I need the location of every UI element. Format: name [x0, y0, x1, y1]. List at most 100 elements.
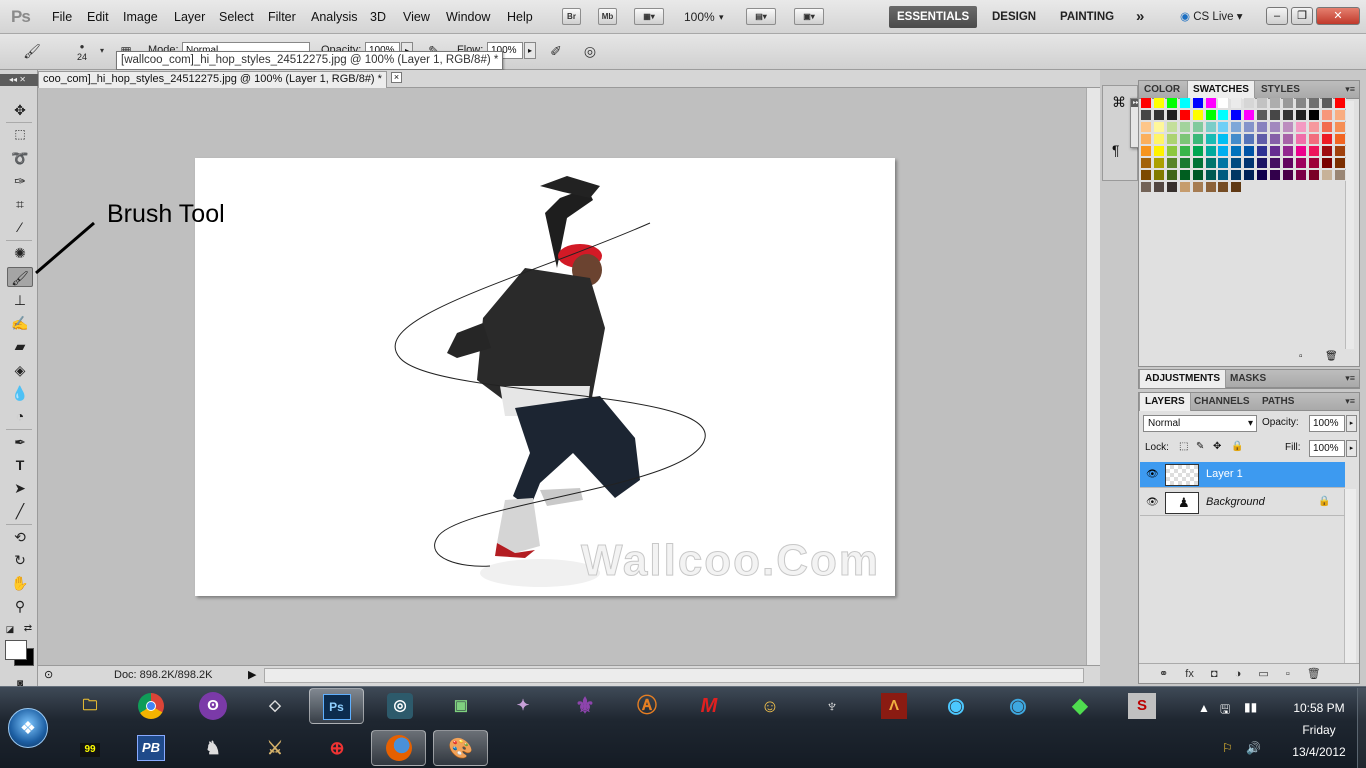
- line-tool-icon[interactable]: ╱: [7, 501, 33, 521]
- visibility-eye-icon[interactable]: 👁: [1146, 497, 1159, 508]
- workspace-design[interactable]: DESIGN: [984, 6, 1044, 28]
- color-swatch[interactable]: [1192, 170, 1204, 181]
- delete-swatch-icon[interactable]: 🗑: [1325, 351, 1338, 362]
- color-swatch[interactable]: [1270, 98, 1281, 109]
- color-swatch[interactable]: [1141, 146, 1152, 157]
- color-swatch[interactable]: [1282, 122, 1294, 133]
- tray-device-icon[interactable]: 🖫: [1220, 700, 1230, 721]
- delete-layer-icon[interactable]: 🗑: [1307, 668, 1321, 680]
- color-swatch[interactable]: [1334, 158, 1346, 169]
- color-swatch[interactable]: [1205, 146, 1217, 157]
- color-swatch[interactable]: [1231, 170, 1243, 181]
- color-swatch[interactable]: [1153, 134, 1165, 145]
- color-swatch[interactable]: [1166, 146, 1178, 157]
- paragraph-panel-icon[interactable]: ¶: [1112, 142, 1120, 158]
- color-swatch[interactable]: [1308, 110, 1320, 121]
- tray-volume-icon[interactable]: 🔊: [1246, 741, 1261, 755]
- system-clock[interactable]: 10:58 PM Friday 13/4/2012: [1279, 697, 1359, 763]
- adjustment-layer-icon[interactable]: ◑: [1235, 668, 1242, 680]
- color-swatch[interactable]: [1244, 98, 1256, 109]
- color-swatch[interactable]: [1334, 146, 1346, 157]
- marquee-tool-icon[interactable]: ⬚: [7, 124, 33, 144]
- saints-row-icon[interactable]: ✦: [503, 688, 543, 724]
- color-swatch[interactable]: [1334, 98, 1346, 109]
- minimize-button[interactable]: –: [1266, 7, 1288, 25]
- color-swatch[interactable]: [1141, 158, 1152, 169]
- color-swatch[interactable]: [1295, 110, 1307, 121]
- fill-input[interactable]: 100%: [1309, 440, 1345, 457]
- color-swatch[interactable]: [1179, 158, 1191, 169]
- color-swatch[interactable]: [1231, 182, 1243, 193]
- desktop-monitor-icon[interactable]: ▣: [441, 688, 481, 724]
- color-swatch[interactable]: [1205, 134, 1217, 145]
- color-swatch[interactable]: [1244, 158, 1256, 169]
- color-swatch[interactable]: [1192, 134, 1204, 145]
- color-swatch[interactable]: [1334, 134, 1346, 145]
- menu-help[interactable]: Help: [507, 10, 533, 24]
- color-swatch[interactable]: [1257, 98, 1269, 109]
- flow-slider-arrow-icon[interactable]: ▸: [524, 42, 536, 59]
- tab-channels[interactable]: CHANNELS: [1189, 393, 1255, 411]
- show-desktop-button[interactable]: [1357, 688, 1366, 768]
- color-swatch[interactable]: [1153, 122, 1165, 133]
- color-swatch[interactable]: [1141, 122, 1152, 133]
- tab-styles[interactable]: STYLES: [1256, 81, 1305, 99]
- color-swatch[interactable]: [1166, 158, 1178, 169]
- menu-select[interactable]: Select: [219, 10, 254, 24]
- color-swatch[interactable]: [1192, 158, 1204, 169]
- workspace-essentials[interactable]: ESSENTIALS: [889, 6, 978, 28]
- layer-row-background[interactable]: 👁 ♟ Background 🔒: [1140, 490, 1345, 516]
- lasso-tool-icon[interactable]: ➰: [7, 148, 33, 168]
- zoom-tool-icon[interactable]: ⚲: [7, 596, 33, 616]
- color-swatch[interactable]: [1334, 122, 1346, 133]
- color-swatch[interactable]: [1218, 170, 1230, 181]
- color-swatch[interactable]: [1231, 122, 1243, 133]
- new-swatch-icon[interactable]: ▫: [1299, 351, 1303, 362]
- color-swatch[interactable]: [1166, 98, 1178, 109]
- color-swatch[interactable]: [1179, 146, 1191, 157]
- tablet-pressure-size-icon[interactable]: ◎: [580, 42, 600, 60]
- add-mask-icon[interactable]: ◘: [1211, 668, 1218, 680]
- lock-image-icon[interactable]: ✎: [1196, 441, 1204, 452]
- paint-taskbar-button[interactable]: 🎨: [433, 730, 488, 766]
- color-swatch[interactable]: [1321, 134, 1333, 145]
- mount-blade-icon[interactable]: ⚔: [255, 730, 295, 766]
- menu-layer[interactable]: Layer: [174, 10, 205, 24]
- color-swatch[interactable]: [1257, 110, 1269, 121]
- color-swatch[interactable]: [1205, 122, 1217, 133]
- color-swatch[interactable]: [1231, 98, 1243, 109]
- bridge-button[interactable]: Br: [562, 8, 581, 25]
- color-swatch[interactable]: [1179, 122, 1191, 133]
- tools-panel-header[interactable]: ◂◂ ✕: [0, 74, 38, 86]
- color-swatch[interactable]: [1192, 146, 1204, 157]
- color-swatch[interactable]: [1141, 98, 1152, 109]
- color-swatch[interactable]: [1231, 134, 1243, 145]
- color-swatch[interactable]: [1153, 98, 1165, 109]
- color-swatch[interactable]: [1295, 170, 1307, 181]
- color-swatch[interactable]: [1166, 122, 1178, 133]
- color-swatch[interactable]: [1205, 170, 1217, 181]
- cs-live-button[interactable]: ◉ CS Live ▾: [1172, 6, 1251, 28]
- sims-globe-2-icon[interactable]: ◉: [998, 688, 1038, 724]
- workspace-painting[interactable]: PAINTING: [1052, 6, 1122, 28]
- color-swatch[interactable]: [1308, 98, 1320, 109]
- fallout-vault-boy-icon[interactable]: ☺: [750, 688, 790, 724]
- color-swatch[interactable]: [1192, 98, 1204, 109]
- show-hidden-icons[interactable]: ▲: [1198, 701, 1210, 715]
- color-swatch[interactable]: [1179, 170, 1191, 181]
- dodge-tool-icon[interactable]: ◔: [7, 406, 33, 426]
- brush-picker-dropdown-icon[interactable]: ▾: [92, 42, 112, 60]
- status-menu-arrow-icon[interactable]: ▶: [248, 668, 256, 681]
- tray-action-center-icon[interactable]: ⚐: [1222, 741, 1233, 755]
- history-panel-icon[interactable]: ⌘: [1112, 94, 1126, 111]
- color-swatch[interactable]: [1192, 122, 1204, 133]
- color-swatch[interactable]: [1257, 122, 1269, 133]
- color-swatch[interactable]: [1270, 170, 1281, 181]
- color-swatch[interactable]: [1205, 158, 1217, 169]
- color-swatch[interactable]: [1218, 110, 1230, 121]
- tab-paths[interactable]: PATHS: [1257, 393, 1299, 411]
- color-swatch[interactable]: [1295, 158, 1307, 169]
- menu-view[interactable]: View: [403, 10, 430, 24]
- color-swatch[interactable]: [1257, 146, 1269, 157]
- mini-bridge-button[interactable]: Mb: [598, 8, 617, 25]
